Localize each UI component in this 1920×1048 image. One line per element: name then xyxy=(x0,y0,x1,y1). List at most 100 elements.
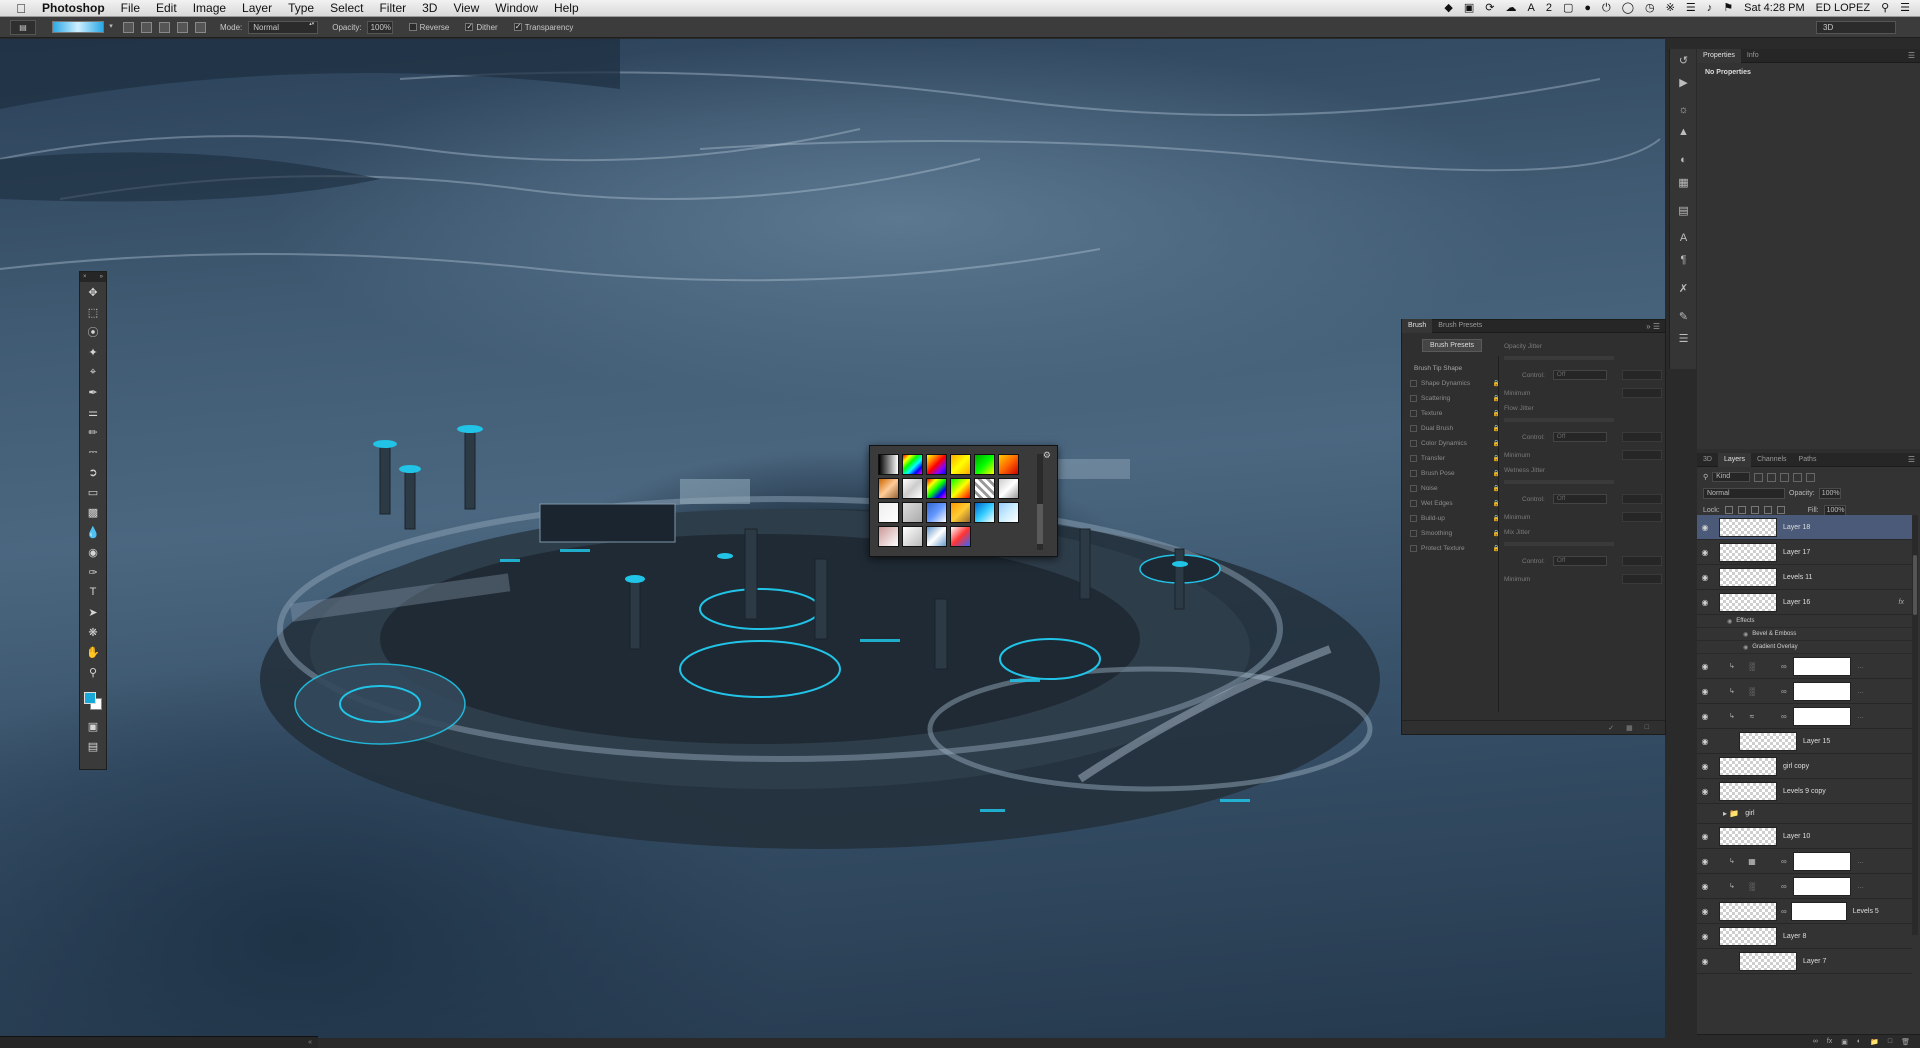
lock-position-icon[interactable] xyxy=(1750,506,1759,514)
path-selection-tool-icon[interactable]: ➤ xyxy=(80,602,106,622)
adjustment-layer-row[interactable]: ◉ ↳ ░ ∞ … xyxy=(1697,679,1912,704)
3d-tool-icon[interactable]: ❋ xyxy=(80,622,106,642)
lasso-tool-icon[interactable]: ⦿ xyxy=(80,322,106,342)
effect-bevel-emboss[interactable]: ◉ Bevel & Emboss xyxy=(1697,628,1912,641)
minimum-value-box[interactable] xyxy=(1622,388,1662,398)
camera-icon[interactable]: ▣ xyxy=(1464,0,1474,17)
blend-mode-select[interactable]: Normal xyxy=(1703,487,1785,499)
power-icon[interactable]: ⏻ xyxy=(1602,0,1611,17)
type-tool-icon[interactable]: T xyxy=(80,582,106,602)
swatches-icon[interactable]: ▦ xyxy=(1670,171,1697,193)
checkbox-icon[interactable] xyxy=(1410,470,1417,477)
menu-3d[interactable]: 3D xyxy=(414,0,445,17)
panel-menu-icon[interactable]: » ☰ xyxy=(1646,322,1665,331)
workspace-switcher[interactable]: 3D xyxy=(1816,20,1896,34)
eye-icon[interactable]: ◉ xyxy=(1697,598,1713,607)
apple-icon[interactable]:  xyxy=(14,1,28,16)
layer-opacity-input[interactable]: 100% xyxy=(1818,487,1841,499)
link-icon[interactable]: ∞ xyxy=(1781,662,1789,671)
toggle-live-tip-icon[interactable]: ✓ xyxy=(1608,724,1614,732)
smart-object-filter-icon[interactable] xyxy=(1806,472,1816,482)
gradient-swatch[interactable] xyxy=(52,21,104,33)
adjustment-filter-icon[interactable] xyxy=(1767,472,1777,482)
layer-row[interactable]: ◉ Layer 15 xyxy=(1697,729,1912,754)
dropbox-icon[interactable]: ◆ xyxy=(1444,0,1452,17)
histogram-icon[interactable]: ▲ xyxy=(1670,121,1697,143)
layer-mask-thumbnail[interactable] xyxy=(1793,876,1851,896)
checkbox-icon[interactable] xyxy=(1410,425,1417,432)
link-icon[interactable]: ∞ xyxy=(1781,687,1789,696)
new-brush-icon[interactable]: □ xyxy=(1645,724,1649,731)
fx-badge[interactable]: fx xyxy=(1899,599,1904,606)
shape-filter-icon[interactable] xyxy=(1793,472,1803,482)
fill-input[interactable]: 100% xyxy=(1823,504,1846,516)
brush-option-item[interactable]: Shape Dynamics 🔒 xyxy=(1410,376,1500,391)
flag-icon[interactable]: ⚑ xyxy=(1723,0,1733,17)
gradient-swatch-14[interactable] xyxy=(926,502,947,523)
eye-icon[interactable]: ◉ xyxy=(1697,548,1713,557)
gradient-swatch-8[interactable] xyxy=(926,478,947,499)
opacity-input[interactable]: 100% xyxy=(366,20,393,34)
minimum-value-box[interactable] xyxy=(1622,450,1662,460)
clone-stamp-tool-icon[interactable]: ⎓ xyxy=(80,442,106,462)
linear-gradient-button[interactable] xyxy=(123,21,134,33)
eye-icon[interactable]: ◉ xyxy=(1697,932,1713,941)
control-select[interactable]: Off xyxy=(1552,494,1607,504)
brush-option-item[interactable]: Brush Pose 🔒 xyxy=(1410,466,1500,481)
eye-icon[interactable]: ◉ xyxy=(1697,712,1713,721)
effects-row[interactable]: ◉ Effects xyxy=(1697,615,1912,628)
reverse-checkbox[interactable]: Reverse xyxy=(408,23,449,32)
tab-properties[interactable]: Properties xyxy=(1697,48,1741,63)
blur-tool-icon[interactable]: 💧 xyxy=(80,522,106,542)
eye-icon[interactable]: ◉ xyxy=(1697,787,1713,796)
panel-menu-icon[interactable]: ☰ xyxy=(1908,455,1920,464)
lock-transparent-icon[interactable] xyxy=(1724,506,1733,514)
brush-icon[interactable]: ✎ xyxy=(1670,305,1697,327)
circle-icon[interactable]: ● xyxy=(1584,0,1591,17)
tool-preset-picker[interactable]: ▤ xyxy=(10,19,36,35)
eye-icon[interactable]: ◉ xyxy=(1743,631,1748,638)
new-adjustment-icon[interactable]: ◐ xyxy=(1857,1038,1861,1045)
spotlight-icon[interactable]: ⚲ xyxy=(1881,0,1889,17)
wifi-icon[interactable]: ☰ xyxy=(1686,0,1696,17)
layer-mask-thumbnail[interactable] xyxy=(1793,656,1851,676)
tab-paths[interactable]: Paths xyxy=(1793,453,1823,467)
add-mask-icon[interactable]: ▣ xyxy=(1841,1038,1848,1046)
minimum-value-box[interactable] xyxy=(1622,574,1662,584)
chevron-down-icon[interactable]: ▾ xyxy=(106,21,116,33)
layer-row[interactable]: ◉ Layer 8 xyxy=(1697,924,1912,949)
user-name[interactable]: ED LOPEZ xyxy=(1816,0,1870,17)
menu-filter[interactable]: Filter xyxy=(371,0,414,17)
control-select[interactable]: Off xyxy=(1552,556,1607,566)
brush-tool-icon[interactable]: ✏ xyxy=(80,422,106,442)
tab-brush[interactable]: Brush xyxy=(1402,319,1433,333)
history-brush-tool-icon[interactable]: ➲ xyxy=(80,462,106,482)
gradient-swatch-1[interactable] xyxy=(902,454,923,475)
brush-option-item[interactable]: Texture 🔒 xyxy=(1410,406,1500,421)
gradient-swatch-3[interactable] xyxy=(950,454,971,475)
mode-select[interactable]: Normal xyxy=(248,20,319,34)
panel-menu-icon[interactable]: ☰ xyxy=(1908,51,1920,60)
gradient-swatch-9[interactable] xyxy=(950,478,971,499)
type-filter-icon[interactable] xyxy=(1780,472,1790,482)
checkbox-icon[interactable] xyxy=(1410,380,1417,387)
pixel-filter-icon[interactable] xyxy=(1754,472,1764,482)
menu-image[interactable]: Image xyxy=(185,0,234,17)
zoom-tool-icon[interactable]: ⚲ xyxy=(80,662,106,682)
character-icon[interactable]: A xyxy=(1670,227,1697,249)
diamond-gradient-button[interactable] xyxy=(195,21,206,33)
eye-icon[interactable]: ◉ xyxy=(1697,832,1713,841)
gradient-swatch-21[interactable] xyxy=(950,526,971,547)
gear-icon[interactable]: ⚙ xyxy=(1043,450,1051,461)
link-icon[interactable]: ∞ xyxy=(1781,882,1789,891)
menu-type[interactable]: Type xyxy=(280,0,322,17)
eye-icon[interactable]: ◉ xyxy=(1697,737,1713,746)
tool-presets-icon[interactable]: ✗ xyxy=(1670,277,1697,299)
brush-option-item[interactable]: Color Dynamics 🔒 xyxy=(1410,436,1500,451)
gradient-swatch-11[interactable] xyxy=(998,478,1019,499)
collapse-icon[interactable]: « xyxy=(308,1039,312,1046)
gradient-swatch-16[interactable] xyxy=(974,502,995,523)
gradient-swatch-10[interactable] xyxy=(974,478,995,499)
scroll-thumb[interactable] xyxy=(1037,504,1043,544)
eye-icon[interactable]: ◉ xyxy=(1743,644,1748,651)
